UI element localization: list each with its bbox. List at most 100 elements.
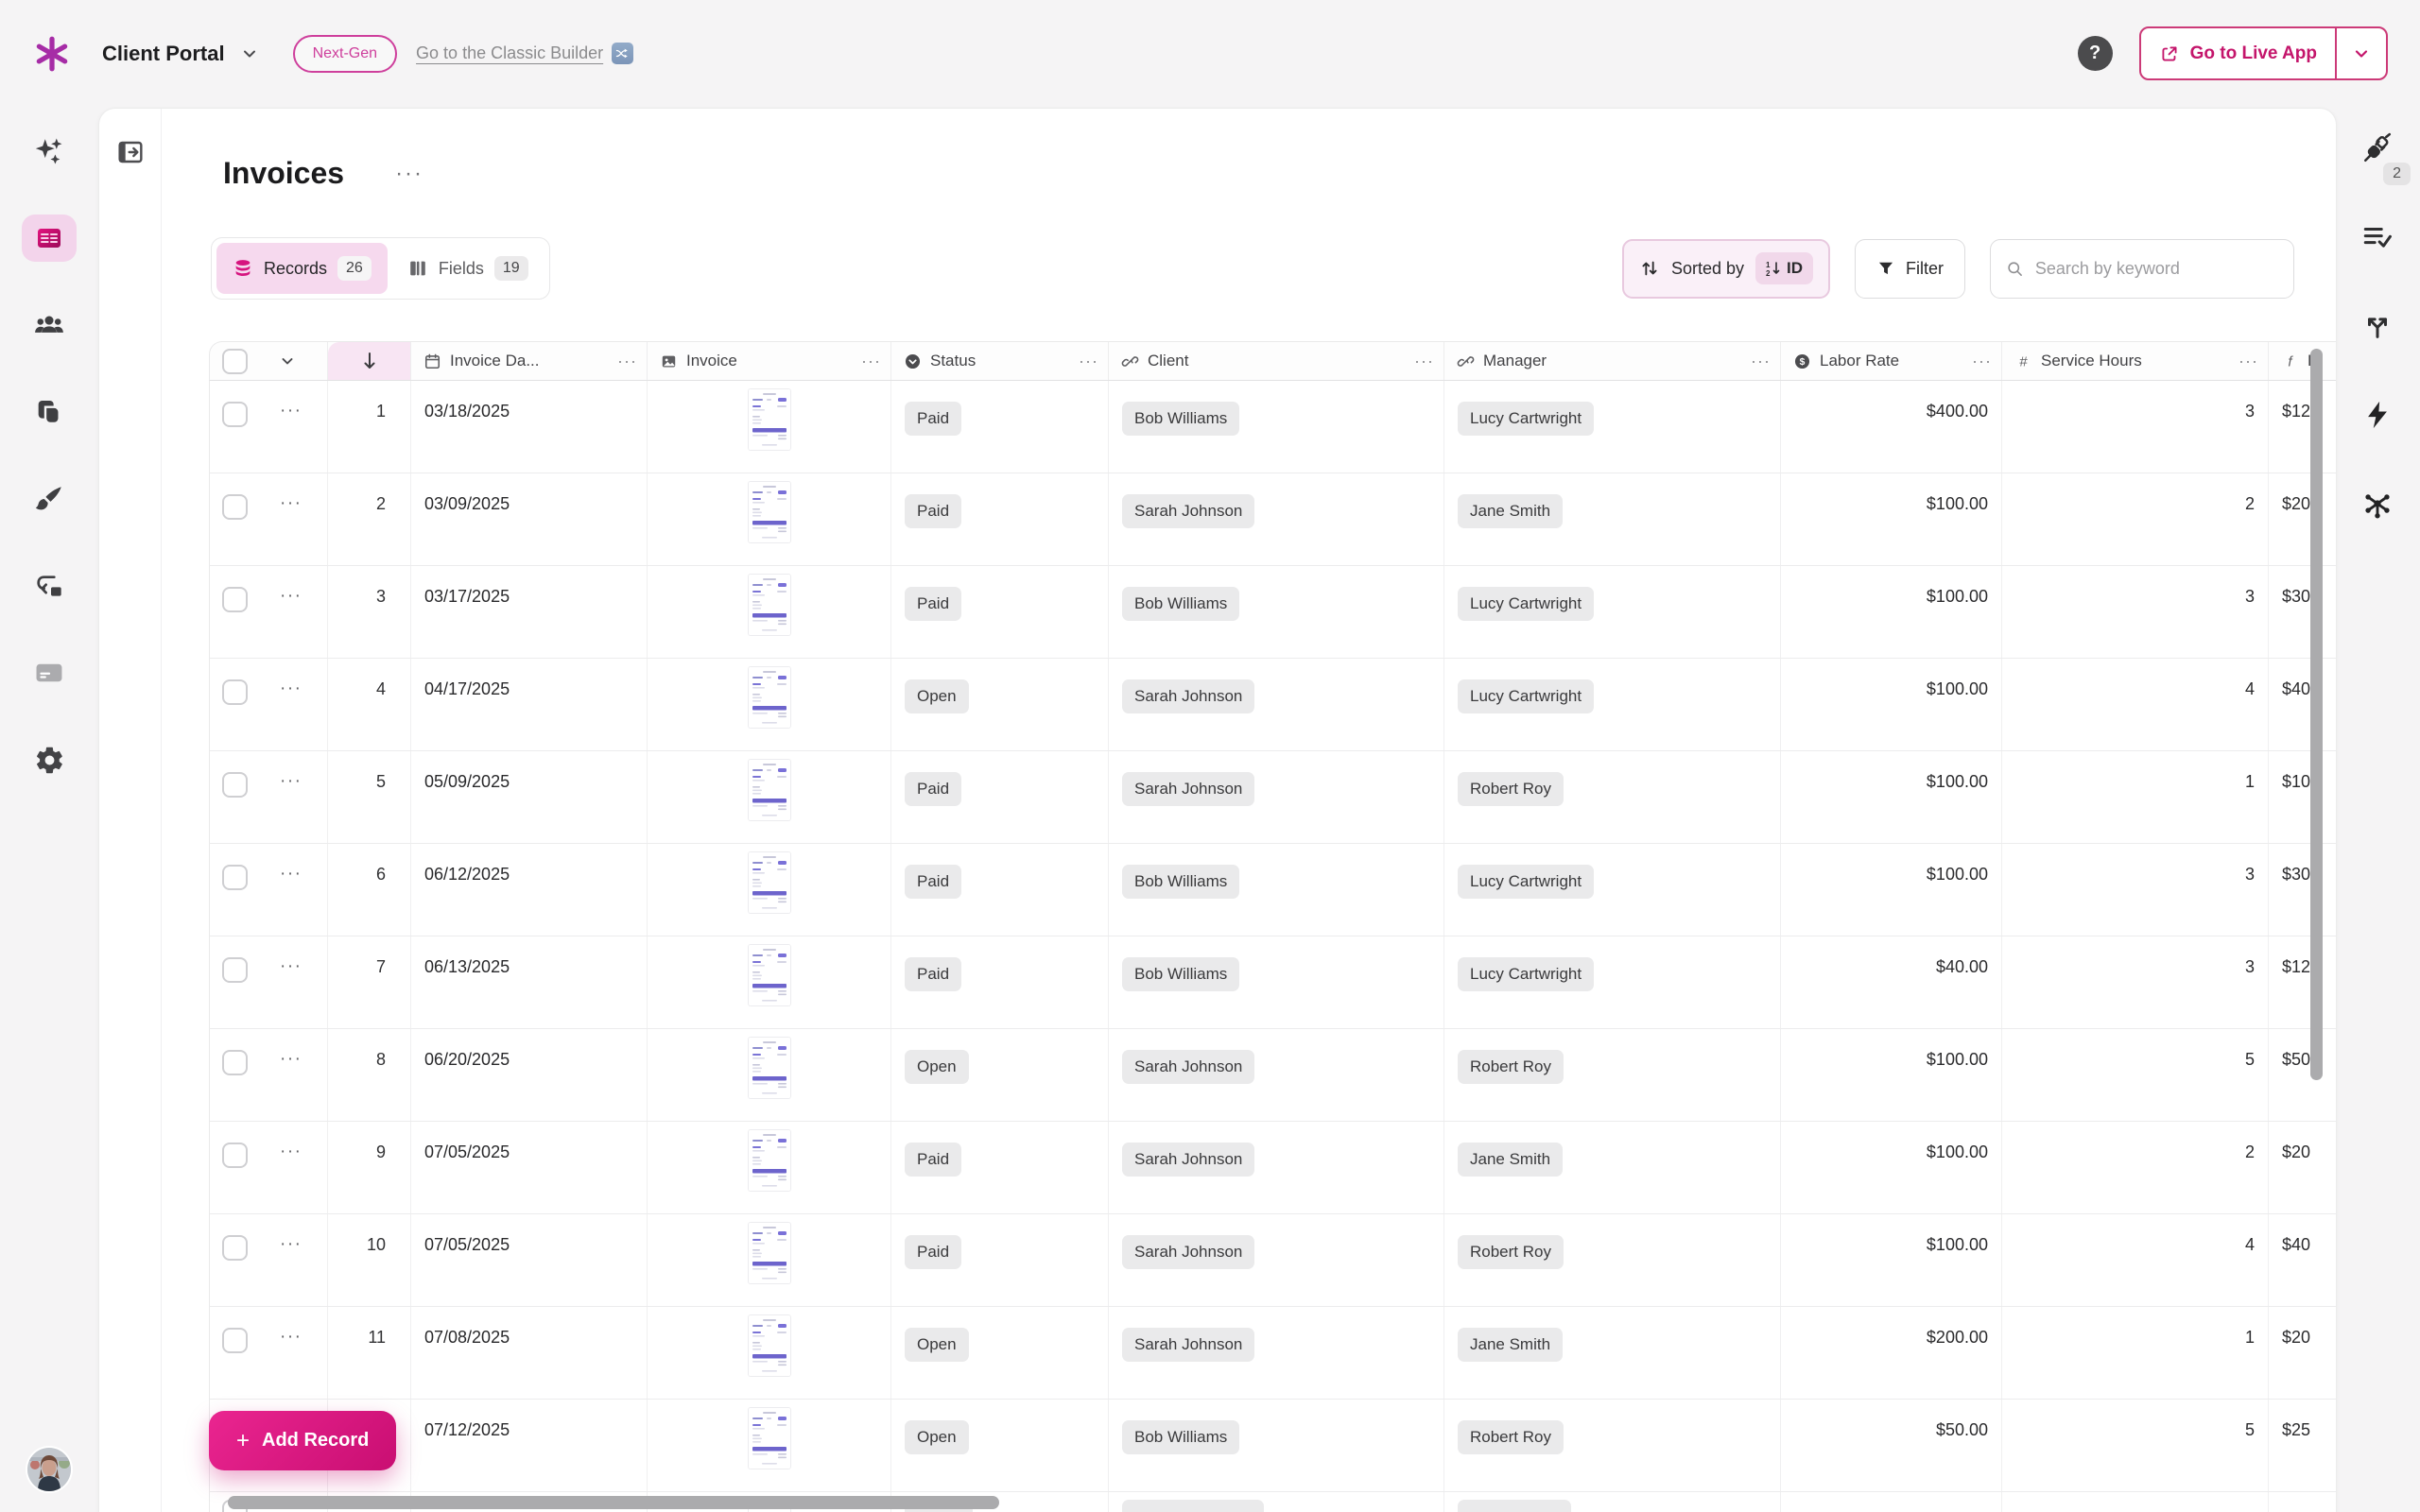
cell-date[interactable]: 06/13/2025 [411,936,648,1028]
row-menu-button[interactable]: ··· [280,960,302,973]
cell-rate[interactable]: $100.00 [1781,566,2002,658]
automations-button[interactable] [2361,399,2394,431]
cell-invoice[interactable] [648,659,891,750]
cell-status[interactable]: Paid [891,381,1109,472]
cell-date[interactable]: 05/09/2025 [411,751,648,843]
cell-manager[interactable]: Jane Smith [1444,1122,1781,1213]
tab-records[interactable]: Records 26 [216,243,388,294]
header-manager-menu[interactable]: ··· [1751,352,1771,371]
select-all-checkbox[interactable] [222,349,248,374]
cell-cost[interactable]: $40 [2269,1214,2336,1306]
go-to-live-app-main[interactable]: Go to Live App [2141,28,2335,78]
cell-invoice[interactable] [648,381,891,472]
cell-date[interactable]: 03/17/2025 [411,566,648,658]
cell-cost[interactable]: $40 [2269,659,2336,750]
cell-cost[interactable]: $10 [2269,751,2336,843]
header-id-sorted[interactable] [328,342,411,380]
cell-cost[interactable]: $30 [2269,844,2336,936]
cell-client[interactable]: Sarah Johnson [1109,1029,1444,1121]
sidebar-item-pages[interactable] [22,388,77,436]
cell-rate[interactable]: $400.00 [1781,381,2002,472]
header-service-hours-menu[interactable]: ··· [2238,352,2258,371]
sidebar-item-billing[interactable] [22,649,77,696]
header-client-menu[interactable]: ··· [1414,352,1434,371]
row-checkbox[interactable] [222,865,248,890]
row-checkbox[interactable] [222,957,248,983]
table-row[interactable]: ··· 9 07/05/2025 [209,1122,2336,1214]
cell-manager[interactable]: Jane Smith [1444,473,1781,565]
cell-client[interactable]: Sarah Johnson [1109,1122,1444,1213]
cell-status[interactable]: Paid [891,566,1109,658]
header-service-hours[interactable]: # Service Hours ··· [2002,342,2269,380]
cell-rate[interactable]: $100.00 [1781,1122,2002,1213]
tab-fields[interactable]: Fields 19 [391,243,544,294]
search-input[interactable] [2033,258,2278,280]
cell-status[interactable]: Paid [891,1122,1109,1213]
cell-client[interactable]: Bob Williams [1109,1400,1444,1491]
row-checkbox[interactable] [222,772,248,798]
cell-cost[interactable]: $30 [2269,566,2336,658]
cell-cost[interactable]: $12 [2269,936,2336,1028]
header-status[interactable]: Status ··· [891,342,1109,380]
cell-rate[interactable]: $100.00 [1781,1029,2002,1121]
cell-date[interactable]: 07/12/2025 [411,1400,648,1491]
table-row[interactable]: ··· 7 06/13/2025 [209,936,2336,1029]
sidebar-item-users[interactable] [22,301,77,349]
header-client[interactable]: Client ··· [1109,342,1444,380]
integrations-button[interactable]: 2 [2361,132,2394,164]
table-row[interactable]: ··· 12 07/12/2025 [209,1400,2336,1492]
row-menu-button[interactable]: ··· [280,497,302,510]
cell-client[interactable]: Bob Williams [1109,936,1444,1028]
cell-date[interactable]: 04/17/2025 [411,659,648,750]
cell-cost[interactable]: $20 [2269,1307,2336,1399]
cell-status[interactable]: Paid [891,844,1109,936]
table-row[interactable]: ··· 2 03/09/2025 [209,473,2336,566]
row-menu-button[interactable]: ··· [280,1053,302,1066]
cell-invoice[interactable] [648,473,891,565]
cell-rate[interactable]: $50.00 [1781,1400,2002,1491]
cell-rate[interactable]: $40.00 [1781,936,2002,1028]
cell-status[interactable]: Open [891,1029,1109,1121]
cell-status[interactable]: Paid [891,751,1109,843]
cell-date[interactable]: 07/05/2025 [411,1122,648,1213]
cell-client[interactable]: Sarah Johnson [1109,1214,1444,1306]
cell-date[interactable]: 07/08/2025 [411,1307,648,1399]
sidebar-item-ai[interactable] [22,128,77,175]
cell-hours[interactable]: 3 [2002,566,2269,658]
page-menu-button[interactable]: ··· [395,169,424,179]
cell-manager[interactable]: Lucy Cartwright [1444,659,1781,750]
header-formula-column[interactable]: f L [2269,342,2336,380]
cell-cost[interactable]: $50 [2269,1029,2336,1121]
cell-hours[interactable]: 1 [2002,751,2269,843]
cell-rate[interactable]: $100.00 [1781,1214,2002,1306]
horizontal-scrollbar[interactable] [228,1496,999,1509]
cell-invoice[interactable] [648,751,891,843]
row-menu-button[interactable]: ··· [280,775,302,788]
cell-client[interactable]: Sarah Johnson [1109,1307,1444,1399]
add-record-button[interactable]: + Add Record [209,1411,396,1470]
row-checkbox[interactable] [222,587,248,612]
row-menu-button[interactable]: ··· [280,404,302,418]
cell-hours[interactable]: 5 [2002,1029,2269,1121]
cell-hours[interactable]: 3 [2002,844,2269,936]
cell-hours[interactable]: 3 [2002,381,2269,472]
cell-invoice[interactable] [648,1400,891,1491]
cell-date[interactable]: 03/09/2025 [411,473,648,565]
cell-status[interactable]: Open [891,659,1109,750]
cell-manager[interactable]: Lucy Cartwright [1444,566,1781,658]
cell-status[interactable]: Paid [891,1214,1109,1306]
header-invoice-menu[interactable]: ··· [861,352,881,371]
cell-manager[interactable]: Lucy Cartwright [1444,381,1781,472]
cell-manager[interactable]: Robert Roy [1444,1029,1781,1121]
cell-rate[interactable]: $100.00 [1781,659,2002,750]
tasks-button[interactable] [2361,221,2394,253]
cell-cost[interactable]: $20 [2269,473,2336,565]
row-menu-button[interactable]: ··· [280,868,302,881]
cell-rate[interactable]: $200.00 [1781,1307,2002,1399]
cell-hours[interactable]: 2 [2002,473,2269,565]
cell-invoice[interactable] [648,1029,891,1121]
sidebar-item-settings[interactable] [22,736,77,783]
row-checkbox[interactable] [222,1328,248,1353]
app-logo-icon[interactable] [32,34,72,74]
table-row[interactable]: ··· 5 05/09/2025 [209,751,2336,844]
